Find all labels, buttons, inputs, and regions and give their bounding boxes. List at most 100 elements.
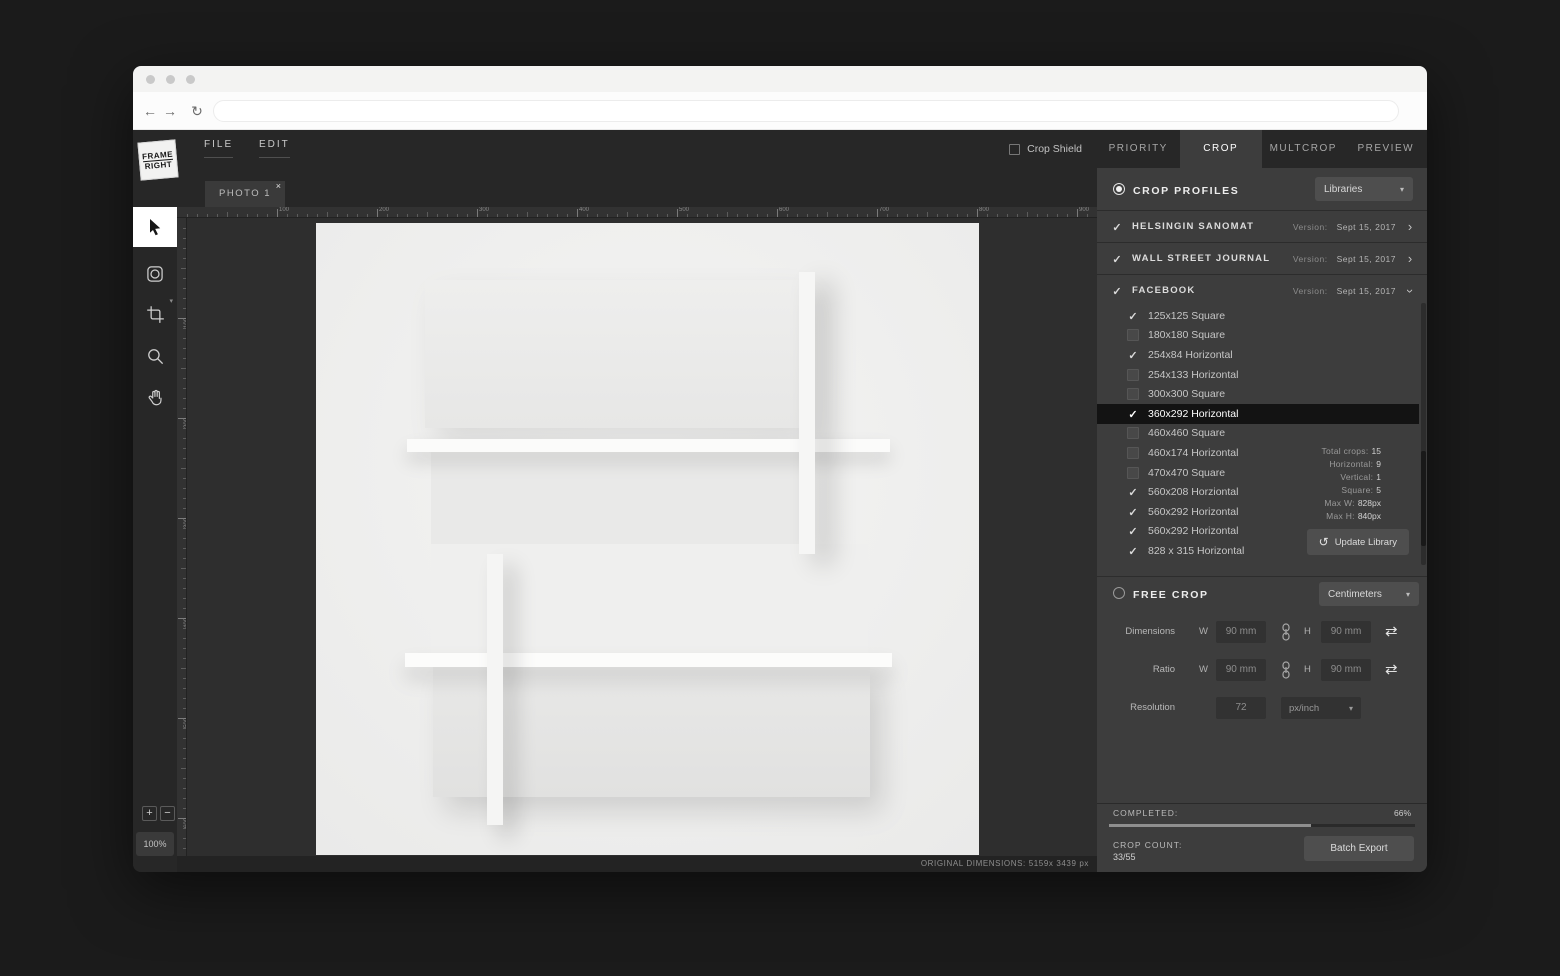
link-icon[interactable] xyxy=(1281,661,1291,684)
tab-priority[interactable]: PRIORITY xyxy=(1097,130,1180,168)
swap-icon[interactable]: ⇄ xyxy=(1385,621,1398,643)
app-topbar: FRAME RIGHT FILE EDIT Crop Shield PRIORI… xyxy=(133,130,1428,181)
completed-value: 66% xyxy=(1393,808,1411,818)
select-tool-button[interactable] xyxy=(133,207,177,247)
crop-size-checkbox[interactable] xyxy=(1127,427,1139,440)
library-checkbox[interactable]: ✓ xyxy=(1111,285,1123,298)
url-input[interactable] xyxy=(213,100,1399,122)
crop-size-checkbox[interactable]: ✓ xyxy=(1127,486,1139,499)
library-row[interactable]: ✓ FACEBOOK Version: Sept 15, 2017 › xyxy=(1097,274,1427,306)
crop-size-row[interactable]: 180x180 Square xyxy=(1097,326,1419,346)
crop-size-checkbox[interactable]: ✓ xyxy=(1127,525,1139,538)
forward-icon[interactable]: → xyxy=(161,92,179,130)
resolution-unit-dropdown[interactable]: px/inch ▾ xyxy=(1281,697,1361,719)
library-name: FACEBOOK xyxy=(1132,285,1196,296)
scrollbar-thumb[interactable] xyxy=(1421,451,1426,546)
libraries-dropdown[interactable]: Libraries ▾ xyxy=(1315,177,1413,201)
ratio-height-input[interactable]: 90 mm xyxy=(1321,659,1371,681)
window-zoom-button[interactable] xyxy=(186,75,195,84)
reload-icon[interactable]: ↻ xyxy=(188,92,206,130)
crop-size-row[interactable]: 460x460 Square xyxy=(1097,424,1419,444)
zoom-controls: + − xyxy=(142,806,175,821)
crop-size-checkbox[interactable] xyxy=(1127,368,1139,381)
library-checkbox[interactable]: ✓ xyxy=(1111,253,1123,266)
crop-count-label: CROP COUNT: xyxy=(1113,840,1183,850)
crop-size-label: 828 x 315 Horizontal xyxy=(1148,544,1245,557)
library-checkbox[interactable]: ✓ xyxy=(1111,221,1123,234)
crop-size-label: 560x292 Horizontal xyxy=(1148,505,1239,518)
link-icon[interactable] xyxy=(1281,623,1291,646)
back-icon[interactable]: ← xyxy=(141,92,159,130)
crop-size-label: 300x300 Square xyxy=(1148,388,1226,401)
library-row[interactable]: ✓ WALL STREET JOURNAL Version: Sept 15, 201… xyxy=(1097,242,1427,274)
right-panel: CROP PROFILES Libraries ▾ ✓ HELSINGIN SAN… xyxy=(1097,168,1427,872)
dimensions-row: Dimensions W 90 mm H 90 mm ⇄ xyxy=(1113,621,1419,643)
hand-tool-button[interactable] xyxy=(133,380,177,416)
crop-size-row[interactable]: ✓ 125x125 Square xyxy=(1097,306,1419,326)
refresh-icon: ↺ xyxy=(1318,535,1329,549)
height-label: H xyxy=(1304,626,1311,637)
zoom-tool-button[interactable] xyxy=(133,338,177,374)
resolution-row: Resolution 72 px/inch ▾ xyxy=(1113,697,1419,719)
crop-size-checkbox[interactable]: ✓ xyxy=(1127,349,1139,362)
crop-tool-button[interactable]: ▾ xyxy=(133,296,177,332)
chevron-down-icon[interactable]: › xyxy=(1403,286,1418,296)
close-icon[interactable]: × xyxy=(276,182,281,191)
crop-size-checkbox[interactable]: ✓ xyxy=(1127,545,1139,558)
menu-file[interactable]: FILE xyxy=(204,139,234,158)
update-library-label: Update Library xyxy=(1334,536,1397,548)
libraries-dropdown-value: Libraries xyxy=(1324,183,1363,195)
divider xyxy=(1097,576,1427,577)
crop-size-checkbox[interactable]: ✓ xyxy=(1127,310,1139,323)
crop-size-checkbox[interactable] xyxy=(1127,466,1139,479)
crop-size-row[interactable]: ✓ 254x84 Horizontal xyxy=(1097,345,1419,365)
crop-size-checkbox[interactable] xyxy=(1127,329,1139,342)
dimensions-width-input[interactable]: 90 mm xyxy=(1216,621,1266,643)
free-crop-radio[interactable] xyxy=(1113,587,1125,599)
canvas-area: 100 200 300 400 500 600 700 800 900 100 200 300 400… xyxy=(177,207,1097,872)
crop-size-row[interactable]: 254x133 Horizontal xyxy=(1097,365,1419,385)
crop-profiles-radio[interactable] xyxy=(1113,183,1125,195)
free-crop-title: FREE CROP xyxy=(1133,589,1209,601)
circle-marquee-icon xyxy=(147,266,163,282)
scrollbar[interactable] xyxy=(1421,303,1426,565)
crop-size-checkbox[interactable]: ✓ xyxy=(1127,506,1139,519)
tab-preview[interactable]: PREVIEW xyxy=(1345,130,1428,168)
crop-shield-label: Crop Shield xyxy=(1027,143,1082,155)
window-minimize-button[interactable] xyxy=(166,75,175,84)
batch-export-button[interactable]: Batch Export xyxy=(1304,836,1414,861)
library-row[interactable]: ✓ HELSINGIN SANOMAT Version: Sept 15, 2017 › xyxy=(1097,210,1427,242)
window-titlebar xyxy=(133,66,1427,92)
zoom-out-button[interactable]: − xyxy=(160,806,175,821)
resolution-input[interactable]: 72 xyxy=(1216,697,1266,719)
crop-size-label: 470x470 Square xyxy=(1148,466,1226,479)
crop-size-row[interactable]: 300x300 Square xyxy=(1097,384,1419,404)
dimensions-height-input[interactable]: 90 mm xyxy=(1321,621,1371,643)
version-label: Version: xyxy=(1292,221,1328,232)
photo-tab[interactable]: PHOTO 1 × xyxy=(205,181,286,207)
units-dropdown[interactable]: Centimeters ▾ xyxy=(1319,582,1419,606)
swap-icon[interactable]: ⇄ xyxy=(1385,659,1398,681)
crop-size-checkbox[interactable] xyxy=(1127,446,1139,459)
tab-multcrop[interactable]: MULTCROP xyxy=(1262,130,1345,168)
zoom-in-button[interactable]: + xyxy=(142,806,157,821)
marquee-tool-button[interactable] xyxy=(133,256,177,292)
chevron-right-icon[interactable]: › xyxy=(1405,220,1415,233)
photo-image[interactable] xyxy=(316,223,979,855)
crop-size-checkbox[interactable] xyxy=(1127,388,1139,401)
height-label: H xyxy=(1304,664,1311,675)
units-dropdown-value: Centimeters xyxy=(1328,588,1382,600)
menu-edit[interactable]: EDIT xyxy=(259,139,290,158)
crop-size-checkbox[interactable]: ✓ xyxy=(1127,408,1139,421)
chevron-right-icon[interactable]: › xyxy=(1405,252,1415,265)
crop-shield-checkbox[interactable] xyxy=(1009,143,1021,155)
tab-crop[interactable]: CROP xyxy=(1179,130,1262,168)
crop-size-row[interactable]: ✓ 360x292 Horizontal xyxy=(1097,403,1419,424)
crop-shield-toggle[interactable]: Crop Shield xyxy=(1009,130,1082,168)
crop-count-value: 33/55 xyxy=(1113,852,1136,862)
cursor-arrow-icon xyxy=(150,219,161,236)
update-library-button[interactable]: ↺ Update Library xyxy=(1306,529,1409,555)
shelf-shape xyxy=(798,272,815,554)
ratio-width-input[interactable]: 90 mm xyxy=(1216,659,1266,681)
window-close-button[interactable] xyxy=(146,75,155,84)
